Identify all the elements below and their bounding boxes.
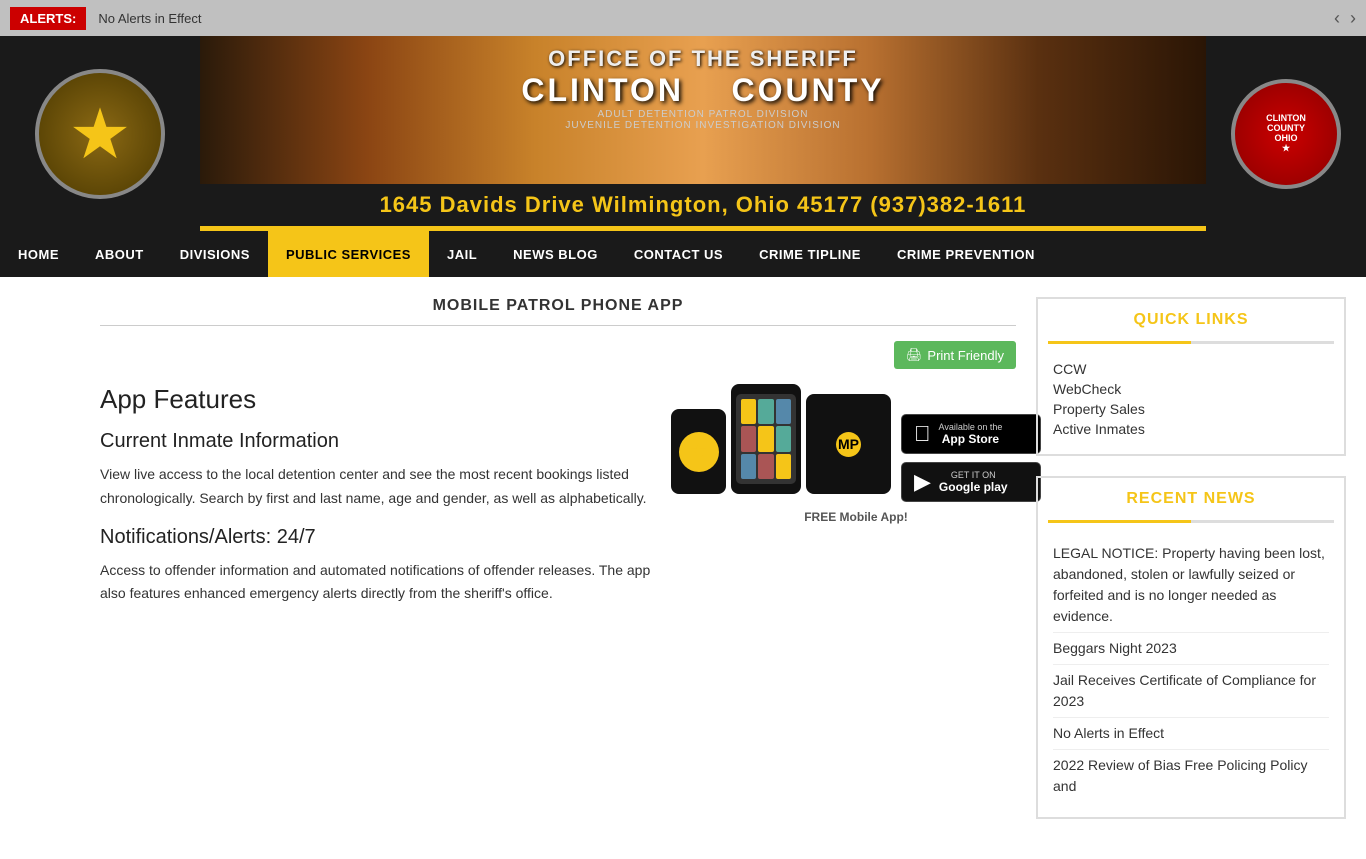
page-title: MOBILE PATROL PHONE APP: [100, 297, 1016, 326]
header-yellow-bar: [200, 226, 1206, 231]
nav-divisions[interactable]: DIVISIONS: [162, 231, 268, 277]
quick-link-webcheck[interactable]: WebCheck: [1053, 379, 1329, 399]
header-banner: OFFICE OF THE SHERIFF CLINTON COUNTY ADU…: [200, 36, 1206, 184]
quick-links-divider: [1048, 341, 1334, 344]
banner-office: OFFICE OF THE SHERIFF: [521, 46, 884, 72]
nav-news-blog[interactable]: NEWS BLOG: [495, 231, 616, 277]
banner-county-word: COUNTY: [732, 72, 885, 108]
alerts-bar: ALERTS: No Alerts in Effect ‹ ›: [0, 0, 1366, 36]
seal-text: CLINTONCOUNTYOHIO★: [1266, 113, 1306, 154]
nav-public-services[interactable]: PUBLIC SERVICES: [268, 231, 429, 277]
section-notifications-body: Access to offender information and autom…: [100, 559, 676, 607]
alerts-next-button[interactable]: ›: [1350, 8, 1356, 29]
print-button-label: Print Friendly: [927, 348, 1004, 363]
recent-news-title: RECENT NEWS: [1038, 478, 1344, 520]
header-center: OFFICE OF THE SHERIFF CLINTON COUNTY ADU…: [200, 36, 1206, 231]
alerts-prev-button[interactable]: ‹: [1334, 8, 1340, 29]
print-bar: 🖨 Print Friendly: [100, 341, 1016, 369]
alerts-navigation: ‹ ›: [1334, 8, 1356, 29]
nav-jail[interactable]: JAIL: [429, 231, 495, 277]
news-item-3[interactable]: No Alerts in Effect: [1053, 718, 1329, 750]
app-store-name: App Store: [939, 432, 1003, 446]
app-features-text: App Features Current Inmate Information …: [100, 384, 676, 621]
nav-crime-tipline[interactable]: CRIME TIPLINE: [741, 231, 879, 277]
app-store-sub: Available on the: [939, 422, 1003, 432]
phone-small: ★: [671, 409, 726, 494]
header-address: 1645 Davids Drive Wilmington, Ohio 45177…: [200, 184, 1206, 226]
quick-link-property-sales[interactable]: Property Sales: [1053, 399, 1329, 419]
quick-links-title: QUICK LINKS: [1038, 299, 1344, 341]
nav-home[interactable]: HOME: [0, 231, 77, 277]
apple-icon: : [914, 421, 931, 447]
section-inmate-body: View live access to the local detention …: [100, 463, 676, 511]
phone-main: [731, 384, 801, 494]
star-icon: ★: [69, 99, 132, 169]
nav-crime-prevention[interactable]: CRIME PREVENTION: [879, 231, 1053, 277]
sidebar: QUICK LINKS CCW WebCheck Property Sales …: [1036, 297, 1346, 839]
nav-about[interactable]: ABOUT: [77, 231, 162, 277]
print-icon: 🖨: [906, 347, 923, 363]
news-item-1[interactable]: Beggars Night 2023: [1053, 633, 1329, 665]
alerts-message: No Alerts in Effect: [98, 11, 1334, 26]
app-store-button[interactable]:  Available on the App Store: [901, 414, 1041, 454]
section-notifications-heading: Notifications/Alerts: 24/7: [100, 526, 676, 549]
nav-contact-us[interactable]: CONTACT US: [616, 231, 741, 277]
google-play-text: GET IT ON Google play: [939, 470, 1008, 494]
print-button[interactable]: 🖨 Print Friendly: [894, 341, 1016, 369]
google-play-name: Google play: [939, 480, 1008, 494]
app-features-image: ★: [696, 384, 1016, 621]
main-navigation: HOME ABOUT DIVISIONS PUBLIC SERVICES JAI…: [0, 231, 1366, 277]
phone-wide: MP: [806, 394, 891, 494]
quick-link-active-inmates[interactable]: Active Inmates: [1053, 419, 1329, 439]
section-inmate-heading: Current Inmate Information: [100, 430, 676, 453]
quick-links-box: QUICK LINKS CCW WebCheck Property Sales …: [1036, 297, 1346, 456]
banner-clinton: CLINTON: [521, 72, 684, 108]
banner-divisions: ADULT DETENTION PATROL DIVISION JUVENILE…: [521, 109, 884, 131]
recent-news-divider: [1048, 520, 1334, 523]
google-play-sub: GET IT ON: [939, 470, 1008, 480]
news-item-2[interactable]: Jail Receives Certificate of Compliance …: [1053, 665, 1329, 718]
news-item-0[interactable]: LEGAL NOTICE: Property having been lost,…: [1053, 538, 1329, 633]
main-content: MOBILE PATROL PHONE APP 🖨 Print Friendly…: [0, 277, 1366, 859]
app-features-section: App Features Current Inmate Information …: [100, 384, 1016, 621]
banner-text: OFFICE OF THE SHERIFF CLINTON COUNTY ADU…: [521, 46, 884, 131]
phones-visual: ★: [671, 384, 891, 494]
news-items-list: LEGAL NOTICE: Property having been lost,…: [1038, 533, 1344, 817]
google-play-button[interactable]: ▶ GET IT ON Google play: [901, 462, 1041, 502]
sheriff-badge-left: ★: [35, 69, 165, 199]
news-item-4[interactable]: 2022 Review of Bias Free Policing Policy…: [1053, 750, 1329, 802]
sheriff-seal-right: CLINTONCOUNTYOHIO★: [1231, 79, 1341, 189]
store-buttons:  Available on the App Store ▶ GET IT ON…: [901, 414, 1041, 502]
banner-county: CLINTON COUNTY: [521, 72, 884, 109]
alerts-label: ALERTS:: [10, 7, 86, 30]
quick-link-ccw[interactable]: CCW: [1053, 359, 1329, 379]
google-play-icon: ▶: [914, 469, 931, 495]
logo-left: ★: [0, 36, 200, 231]
free-app-text: FREE Mobile App!: [804, 510, 908, 524]
app-store-text: Available on the App Store: [939, 422, 1003, 446]
quick-links-list: CCW WebCheck Property Sales Active Inmat…: [1038, 354, 1344, 454]
logo-right: CLINTONCOUNTYOHIO★: [1206, 36, 1366, 231]
app-features-heading: App Features: [100, 384, 676, 415]
site-header: ★ OFFICE OF THE SHERIFF CLINTON COUNTY A…: [0, 36, 1366, 231]
content-area: MOBILE PATROL PHONE APP 🖨 Print Friendly…: [100, 297, 1016, 839]
